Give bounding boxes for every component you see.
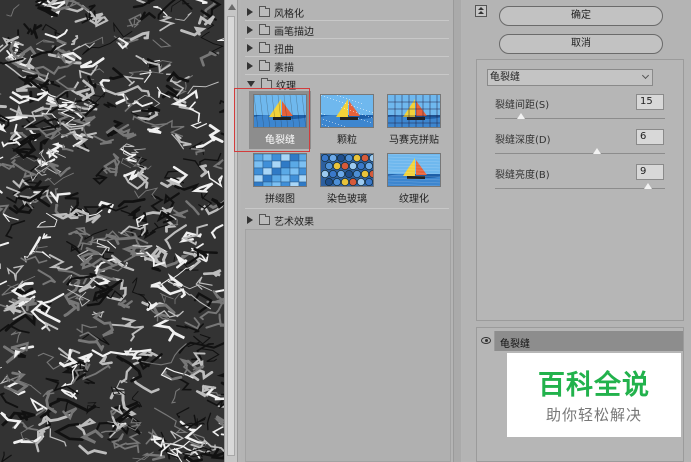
filter-gallery: 风格化 画笔描边 扭曲 素描 纹理 龟裂缝 颗粒 马赛克拼贴 拼缀图 染色玻璃 … — [241, 0, 453, 462]
thumb-label: 纹理化 — [399, 194, 429, 205]
panel-splitter[interactable] — [453, 0, 461, 462]
watermark-title: 百科全说 — [538, 370, 650, 401]
crack-depth-label: 裂缝深度(D) — [495, 135, 551, 146]
stained-glass-thumbnail — [321, 154, 373, 186]
filter-select-dropdown[interactable]: 龟裂缝 — [487, 69, 653, 86]
effect-layer-name: 龟裂缝 — [500, 339, 530, 350]
crack-brightness-slider-handle[interactable] — [644, 183, 652, 189]
category-label: 艺术效果 — [274, 216, 314, 228]
thumb-label: 颗粒 — [337, 135, 357, 146]
watermark-subtitle: 助你轻松解决 — [545, 406, 642, 424]
selection-highlight-box — [234, 88, 310, 152]
filter-thumb-stained-glass[interactable]: 染色玻璃 — [319, 153, 375, 205]
cancel-button[interactable]: 取消 — [499, 34, 663, 54]
crack-depth-slider-handle[interactable] — [593, 148, 601, 154]
divider — [245, 20, 449, 21]
folder-icon — [259, 5, 270, 17]
crack-brightness-label: 裂缝亮度(B) — [495, 170, 550, 181]
crack-spacing-label: 裂缝间距(S) — [495, 100, 550, 111]
eye-icon — [481, 337, 491, 344]
settings-panel: 确定 取消 龟裂缝 裂缝间距(S) 15 裂缝深度(D) 6 裂缝亮度(B) 9… — [462, 0, 691, 462]
crack-spacing-slider-handle[interactable] — [516, 113, 525, 119]
divider — [245, 208, 449, 209]
folder-icon — [259, 59, 270, 71]
thumb-label: 染色玻璃 — [327, 194, 367, 205]
category-label: 风格化 — [274, 8, 304, 20]
folder-icon — [259, 41, 270, 53]
crack-depth-input[interactable]: 6 — [636, 129, 664, 145]
sailboat-thumbnail — [388, 95, 440, 127]
collapse-arrow-icon[interactable] — [247, 81, 255, 87]
filter-select-value: 龟裂缝 — [490, 72, 520, 83]
preview-texture-image — [0, 0, 224, 462]
preview-scrollbar[interactable] — [224, 0, 238, 462]
thumb-image — [387, 94, 441, 128]
thumb-image — [320, 153, 374, 187]
crack-brightness-input[interactable]: 9 — [636, 164, 664, 180]
category-sketch[interactable]: 素描 — [247, 58, 294, 74]
folder-icon — [259, 213, 270, 225]
thumb-image — [387, 153, 441, 187]
scrollbar-thumb[interactable] — [227, 16, 235, 456]
gallery-empty-area — [245, 229, 451, 462]
scroll-up-icon[interactable] — [228, 4, 236, 10]
filter-settings-box: 龟裂缝 裂缝间距(S) 15 裂缝深度(D) 6 裂缝亮度(B) 9 — [476, 59, 684, 321]
crack-depth-slider[interactable] — [495, 153, 665, 154]
ok-button[interactable]: 确定 — [499, 6, 663, 26]
divider — [245, 56, 449, 57]
sailboat-thumbnail — [388, 154, 440, 186]
thumb-label: 拼缀图 — [265, 194, 295, 205]
category-label: 扭曲 — [274, 44, 294, 56]
crack-brightness-slider[interactable] — [495, 188, 665, 189]
visibility-toggle[interactable] — [477, 331, 495, 351]
filter-thumb-grain[interactable]: 颗粒 — [319, 94, 375, 146]
folder-icon — [259, 23, 270, 35]
category-label: 素描 — [274, 62, 294, 74]
filter-thumb-mosaic-tiles[interactable]: 马赛克拼贴 — [386, 94, 442, 146]
sailboat-thumbnail — [321, 95, 373, 127]
divider — [245, 38, 449, 39]
effect-layer-row[interactable]: 龟裂缝 — [477, 331, 683, 351]
effect-layers-panel: 龟裂缝 百科全说 助你轻松解决 — [476, 327, 684, 462]
crack-spacing-input[interactable]: 15 — [636, 94, 664, 110]
category-artistic[interactable]: 艺术效果 — [247, 212, 314, 228]
watermark-logo: 百科全说 助你轻松解决 — [507, 353, 681, 437]
filter-thumb-patchwork[interactable]: 拼缀图 — [252, 153, 308, 205]
thumb-image — [320, 94, 374, 128]
expand-arrow-icon[interactable] — [247, 216, 253, 224]
thumb-label: 马赛克拼贴 — [389, 135, 439, 146]
divider — [245, 74, 449, 75]
expand-arrow-icon[interactable] — [247, 62, 253, 70]
collapse-gallery-icon[interactable] — [475, 5, 487, 17]
patchwork-thumbnail — [254, 154, 306, 186]
thumb-image — [253, 153, 307, 187]
filter-thumb-texturizer[interactable]: 纹理化 — [386, 153, 442, 205]
category-brush-strokes[interactable]: 画笔描边 — [247, 22, 314, 38]
category-label: 画笔描边 — [274, 26, 314, 38]
category-stylize[interactable]: 风格化 — [247, 4, 304, 20]
expand-arrow-icon[interactable] — [247, 26, 253, 34]
chevron-down-icon — [641, 71, 650, 80]
expand-arrow-icon[interactable] — [247, 8, 253, 16]
category-distort[interactable]: 扭曲 — [247, 40, 294, 56]
filter-preview-canvas[interactable] — [0, 0, 224, 462]
expand-arrow-icon[interactable] — [247, 44, 253, 52]
